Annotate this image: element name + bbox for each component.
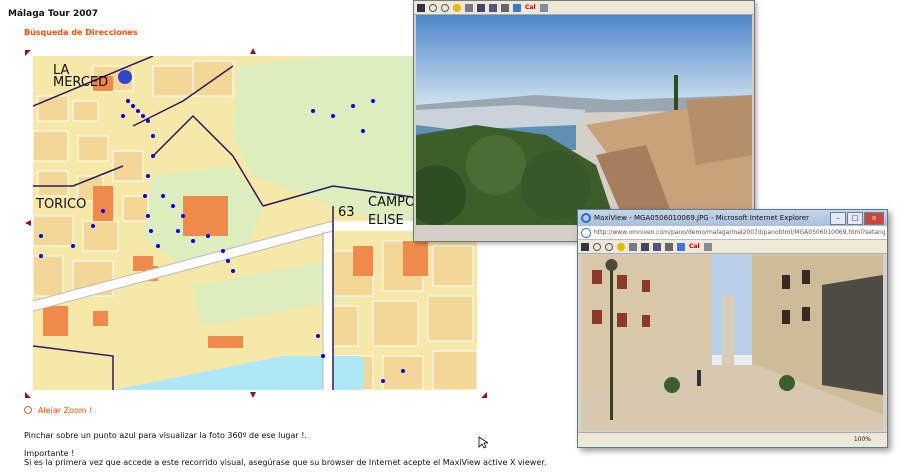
map-label-torico: TORICO <box>35 197 86 212</box>
status-bar: 100% <box>578 432 887 447</box>
pan-southeast-arrow[interactable] <box>481 392 487 398</box>
viewer2-toolbar: Cal <box>578 240 887 254</box>
pan-northwest-arrow[interactable] <box>25 50 31 56</box>
pan-north-arrow[interactable] <box>250 48 256 54</box>
viewer1-toolbar: Cal <box>414 1 754 15</box>
brightness-icon[interactable] <box>453 3 461 12</box>
calibrate-button[interactable]: Cal <box>689 243 700 250</box>
pan-south-arrow[interactable] <box>250 392 256 398</box>
map-label-merced: MERCED <box>53 75 108 90</box>
copy-icon[interactable] <box>629 242 637 251</box>
map-label-campo: CAMPO <box>368 195 415 210</box>
calibrate-button[interactable]: Cal <box>525 4 536 11</box>
save-as-icon[interactable] <box>653 242 661 251</box>
panorama-image-street[interactable] <box>582 255 883 430</box>
zoom-in-icon[interactable] <box>429 3 437 12</box>
important-heading: Importante ! <box>24 449 75 458</box>
zoom-level[interactable]: 100% <box>854 436 871 443</box>
print-icon[interactable] <box>501 3 509 12</box>
en-icon[interactable] <box>581 242 589 251</box>
map-marker-icon <box>118 70 132 84</box>
panorama-viewer-1[interactable]: Cal <box>413 0 755 242</box>
ie-icon <box>581 213 591 223</box>
window-titlebar[interactable]: MaxiView - MGA0506010069.JPG - Microsoft… <box>578 210 887 226</box>
maxiview-ie-window[interactable]: MaxiView - MGA0506010069.JPG - Microsoft… <box>577 209 888 448</box>
address-bar[interactable]: http://www.omniveo.com/pano/demo/malaga/… <box>578 226 887 240</box>
zoom-out-link[interactable]: Alejar Zoom ! <box>24 405 92 415</box>
minimize-button[interactable]: – <box>830 212 846 225</box>
en-icon[interactable] <box>417 3 425 12</box>
window-title: MaxiView - MGA0506010069.JPG - Microsoft… <box>594 214 809 222</box>
info-icon[interactable] <box>513 3 521 12</box>
zoom-in-icon[interactable] <box>593 242 601 251</box>
zoom-out-icon[interactable] <box>441 3 449 12</box>
print-icon[interactable] <box>665 242 673 251</box>
brightness-icon[interactable] <box>617 242 625 251</box>
map-label-district-number: 63 <box>338 205 355 220</box>
maximize-button[interactable]: □ <box>847 212 863 225</box>
save-as-icon[interactable] <box>489 3 497 12</box>
panorama-image-castle[interactable] <box>416 15 752 225</box>
zoom-out-icon[interactable] <box>605 242 613 251</box>
zoom-out-label: Alejar Zoom ! <box>38 406 93 415</box>
settings-icon[interactable] <box>703 242 712 251</box>
magnifier-icon <box>24 406 32 414</box>
copy-icon[interactable] <box>465 3 473 12</box>
page-icon <box>581 228 591 238</box>
map-label-elise: ELISE <box>368 213 404 228</box>
url-text: http://www.omniveo.com/pano/demo/malaga/… <box>594 229 886 236</box>
settings-icon[interactable] <box>539 3 548 12</box>
save-icon[interactable] <box>477 3 485 12</box>
important-text: Si es la primera vez que accede a este r… <box>24 458 547 467</box>
info-icon[interactable] <box>677 242 685 251</box>
city-map[interactable]: LA MERCED TORICO 63 CAMPO ELISE <box>33 56 477 390</box>
save-icon[interactable] <box>641 242 649 251</box>
pan-west-arrow[interactable] <box>25 220 31 226</box>
instruction-text: Pinchar sobre un punto azul para visuali… <box>24 431 307 440</box>
close-button[interactable]: × <box>864 212 884 225</box>
pan-southwest-arrow[interactable] <box>25 392 31 398</box>
mouse-cursor-icon <box>478 436 488 449</box>
